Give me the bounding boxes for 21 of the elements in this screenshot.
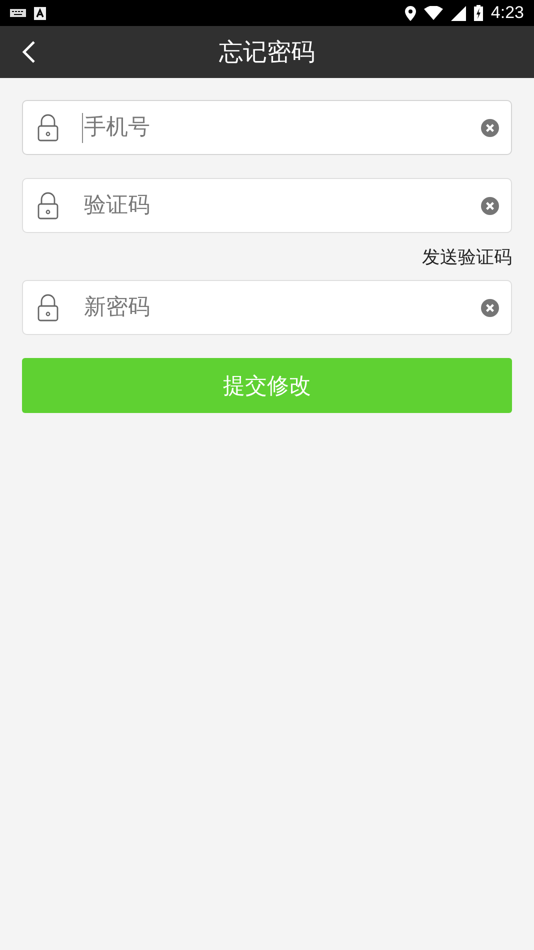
page-title: 忘记密码 [219,37,315,68]
text-input[interactable]: 新密码 [84,290,481,324]
signal-icon [450,6,466,20]
text-input[interactable]: 验证码 [84,188,481,222]
status-time: 4:23 [490,3,524,23]
notification-icon [34,6,46,20]
lock-icon [37,293,59,322]
input-field[interactable]: 验证码 [22,178,512,233]
wifi-icon [424,6,443,20]
location-icon [404,6,416,20]
input-field[interactable]: 新密码 [22,280,512,335]
text-input[interactable]: 手机号 [84,110,481,144]
send-code-link[interactable]: 发送验证码 [422,245,512,269]
lock-icon [37,191,59,220]
clear-icon[interactable] [481,118,499,136]
keyboard-icon [10,9,26,17]
input-field[interactable]: 手机号 [22,100,512,155]
battery-icon [474,5,483,21]
clear-icon[interactable] [481,298,499,316]
lock-icon [37,113,59,142]
clear-icon[interactable] [481,196,499,214]
